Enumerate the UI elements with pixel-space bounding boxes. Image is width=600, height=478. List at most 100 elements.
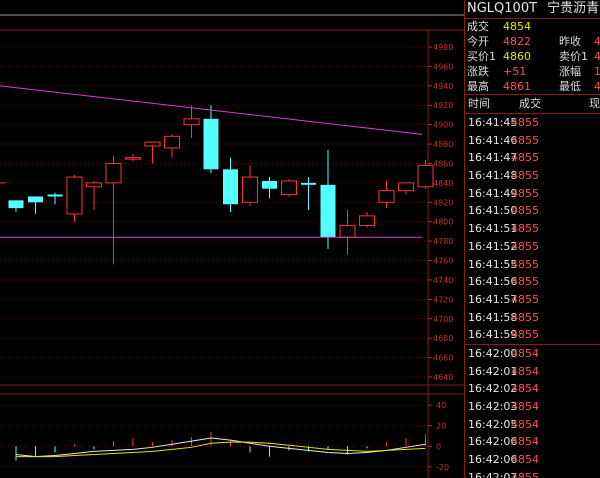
quote-label: 涨跌	[467, 65, 489, 78]
tick-time: 16:42:06	[468, 453, 518, 467]
price-axis-label: 4820	[433, 198, 453, 207]
tick-time: 16:41:59	[468, 328, 518, 342]
tick-row[interactable]: 16:41:47 4855	[465, 149, 600, 167]
tick-price: 4854	[511, 400, 539, 413]
tick-price: 4854	[511, 435, 539, 449]
tick-price: 4855	[511, 470, 539, 478]
quote-label: 成交	[467, 20, 489, 33]
candle-body-up	[105, 162, 122, 184]
tick-price: 4855	[511, 222, 539, 236]
tick-row[interactable]: 16:42:00 4854	[465, 343, 600, 363]
candle-body-up	[398, 182, 414, 192]
ticks-list[interactable]: 16:41:45 4855 16:41:46 4855 16:41:47 4855 16:4…	[465, 114, 600, 478]
tick-price: 4855	[511, 239, 539, 253]
candle-body-down	[223, 169, 238, 205]
price-axis-label: 4780	[433, 237, 453, 246]
price-axis-label: 4800	[433, 218, 453, 227]
tick-time: 16:42:00	[468, 346, 518, 360]
kline-chart-pane[interactable]: 4980 4960 4940 4920 4900 4880 4860 4840 4820 4800…	[0, 0, 464, 478]
tick-time: 16:41:48	[468, 169, 518, 183]
quote-panel: NGLQ100T 宁贵沥青1 成交 4854 今开 4822 昨收 4 买价1 4860 卖价1…	[464, 0, 600, 478]
candle-body-down	[262, 180, 277, 189]
ticks-header-volume: 成交	[519, 97, 541, 110]
tick-price: 4855	[511, 328, 539, 342]
candle-body-up	[183, 118, 200, 126]
tick-row[interactable]: 16:42:01 4854	[465, 363, 600, 381]
ticks-header-time: 时间	[468, 97, 490, 110]
quote-value: 4	[594, 49, 600, 64]
tick-row[interactable]: 16:41:48 4855	[465, 167, 600, 185]
tick-row[interactable]: 16:41:56 4855	[465, 273, 600, 291]
tick-price: 4855	[511, 310, 539, 324]
tick-row[interactable]: 16:42:06 4854	[465, 451, 600, 469]
candle-body-down	[320, 184, 336, 238]
tick-price: 4854	[511, 417, 539, 431]
tick-time: 16:41:55	[468, 257, 518, 271]
quote-row: 涨跌 +51 涨幅 1	[465, 64, 600, 79]
tick-row[interactable]: 16:41:52 4855	[465, 238, 600, 256]
tick-price: 4855	[511, 151, 539, 165]
tick-price: 4854	[511, 346, 539, 360]
tick-row[interactable]: 16:41:57 4855	[465, 291, 600, 309]
tick-row[interactable]: 16:41:51 4855	[465, 220, 600, 238]
tick-time: 16:41:51	[468, 222, 518, 236]
price-axis-label: 4880	[433, 140, 453, 149]
tick-row[interactable]: 16:41:46 4855	[465, 132, 600, 150]
price-axis-label: 4960	[433, 62, 453, 71]
tick-row[interactable]: 16:41:50 4855	[465, 202, 600, 220]
price-axis-label: 4720	[433, 295, 453, 304]
macd-axis-label: 20	[436, 422, 446, 431]
tick-time: 16:42:06	[468, 435, 518, 449]
tick-time: 16:41:49	[468, 186, 518, 200]
candle-body-up	[86, 182, 102, 188]
tick-time: 16:41:57	[468, 292, 518, 306]
tick-price: 4854	[511, 453, 539, 467]
tick-price: 4855	[511, 292, 539, 306]
ticks-header: 时间 成交 现	[465, 94, 600, 114]
kline-chart[interactable]: 4980 4960 4940 4920 4900 4880 4860 4840 4820 4800…	[0, 0, 464, 478]
tick-time: 16:42:07	[468, 470, 518, 478]
quote-value: 1	[594, 64, 600, 79]
tick-price: 4855	[511, 133, 539, 147]
tick-price: 4855	[511, 169, 539, 183]
candle-body-down	[301, 182, 316, 185]
candle-body-up	[66, 176, 83, 215]
macd-axis-label: -20	[436, 463, 449, 472]
macd-axis-label: 40	[436, 401, 446, 410]
quote-row: 最高 4861 最低 4	[465, 79, 600, 94]
tick-time: 16:41:50	[468, 204, 518, 218]
candle-body-up	[417, 164, 434, 188]
price-axis-label: 4760	[433, 257, 453, 266]
quote-label: 涨幅	[559, 65, 581, 78]
tick-time: 16:42:05	[468, 417, 518, 431]
candle-body-up	[378, 190, 395, 203]
tick-row[interactable]: 16:42:02 4854	[465, 380, 600, 398]
tick-time: 16:41:52	[468, 239, 518, 253]
price-axis-label: 4860	[433, 159, 453, 168]
tick-row[interactable]: 16:41:59 4855	[465, 326, 600, 344]
candle-body-up	[164, 135, 180, 149]
quote-label: 最高	[467, 80, 489, 93]
candle-body-up	[242, 176, 258, 203]
tick-row[interactable]: 16:41:58 4855	[465, 309, 600, 327]
price-axis-label: 4980	[433, 43, 453, 52]
price-axis-label: 4740	[433, 276, 453, 285]
quote-row: 买价1 4860 卖价1 4	[465, 49, 600, 64]
tick-row[interactable]: 16:41:55 4855	[465, 256, 600, 274]
tick-row[interactable]: 16:42:07 4855	[465, 469, 600, 478]
candle-body-up	[281, 180, 297, 196]
quote-table: 成交 4854 今开 4822 昨收 4 买价1 4860 卖价1 4 涨跌 +51 涨幅 1 最高 4861…	[465, 19, 600, 94]
price-axis-label: 4680	[433, 334, 453, 343]
tick-time: 16:41:47	[468, 151, 518, 165]
tick-row[interactable]: 16:42:05 4854	[465, 416, 600, 434]
tick-time: 16:41:56	[468, 275, 518, 289]
tick-time: 16:42:02	[468, 382, 518, 396]
tick-row[interactable]: 16:42:03 4854	[465, 398, 600, 416]
price-axis-label: 4900	[433, 121, 453, 130]
tick-row[interactable]: 16:42:06 4854	[465, 433, 600, 451]
candle-body-up	[125, 157, 141, 160]
tick-row[interactable]: 16:41:45 4855	[465, 114, 600, 132]
price-axis-label: 4640	[433, 373, 453, 382]
tick-row[interactable]: 16:41:49 4855	[465, 185, 600, 203]
tick-price: 4855	[511, 116, 539, 129]
